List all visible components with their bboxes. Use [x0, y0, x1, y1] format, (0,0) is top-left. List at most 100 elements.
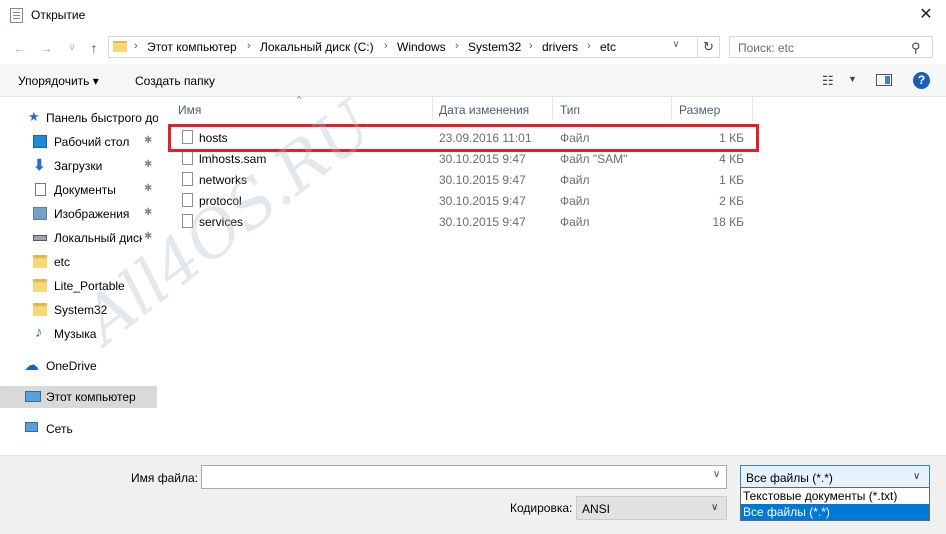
- sidebar-item-label: Рабочий стол: [54, 135, 130, 149]
- folder-icon: [113, 41, 127, 52]
- computer-icon: [25, 391, 41, 402]
- file-row-protocol[interactable]: protocol 30.10.2015 9:47 Файл 2 КБ: [166, 190, 766, 211]
- music-icon: ♪: [35, 324, 43, 341]
- breadcrumb-separator: ›: [587, 40, 591, 52]
- sidebar-item-lite-portable[interactable]: Lite_Portable: [0, 275, 157, 297]
- forward-button[interactable]: →: [36, 38, 56, 58]
- sidebar-item-label: System32: [54, 303, 108, 317]
- download-icon: ⬇: [33, 157, 46, 174]
- sidebar-item-etc[interactable]: etc: [0, 251, 157, 273]
- filetype-select[interactable]: Все файлы (*.*) ∨: [740, 465, 930, 489]
- close-button[interactable]: ✕: [913, 4, 939, 26]
- column-divider[interactable]: [432, 97, 433, 121]
- command-bar: Упорядочить ▾ Создать папку ☷ ▼ ?: [0, 64, 946, 97]
- sidebar-item-label: Этот компьютер: [46, 390, 136, 404]
- column-header-date[interactable]: Дата изменения: [439, 103, 529, 117]
- pin-icon: ✱: [144, 207, 153, 218]
- breadcrumb-separator: ›: [455, 40, 459, 52]
- breadcrumb-separator: ›: [529, 40, 533, 52]
- sidebar-item-local-disk[interactable]: Локальный диск (C:) ✱: [0, 227, 157, 249]
- refresh-button[interactable]: ↻: [698, 36, 720, 58]
- sidebar-item-label: Документы: [54, 183, 116, 197]
- sidebar-item-quick-access[interactable]: ★ Панель быстрого доступа: [0, 107, 158, 129]
- column-divider[interactable]: [671, 97, 672, 121]
- search-input[interactable]: [736, 39, 910, 57]
- search-box[interactable]: ⚲: [729, 36, 933, 58]
- sidebar-item-label: Lite_Portable: [54, 279, 125, 293]
- file-name: networks: [199, 173, 248, 187]
- sidebar-item-onedrive[interactable]: ☁ OneDrive: [0, 355, 157, 377]
- title-bar: Открытие ✕: [0, 0, 946, 31]
- filetype-option-txt[interactable]: Текстовые документы (*.txt): [741, 488, 929, 504]
- chevron-down-icon[interactable]: ∨: [711, 502, 718, 513]
- file-date: 30.10.2015 9:47: [439, 215, 526, 229]
- filename-input[interactable]: [206, 469, 700, 485]
- file-icon: [182, 193, 193, 207]
- column-header-name[interactable]: Имя: [178, 103, 201, 117]
- file-row-lmhosts[interactable]: lmhosts.sam 30.10.2015 9:47 Файл "SAM" 4…: [166, 148, 766, 169]
- help-icon[interactable]: ?: [913, 72, 930, 89]
- sidebar-item-label: Загрузки: [54, 159, 103, 173]
- sidebar-item-network[interactable]: Сеть: [0, 418, 157, 440]
- file-size: 4 КБ: [719, 152, 744, 166]
- file-name: services: [199, 215, 244, 229]
- chevron-down-icon[interactable]: ▼: [848, 74, 857, 84]
- file-type: Файл: [560, 215, 590, 229]
- sort-ascending-icon: ^: [297, 94, 302, 104]
- preview-pane-icon[interactable]: [876, 74, 892, 86]
- file-name: hosts: [199, 131, 228, 145]
- file-name: lmhosts.sam: [199, 152, 267, 166]
- up-button[interactable]: ↑: [84, 38, 104, 58]
- filetype-dropdown-list: Текстовые документы (*.txt) Все файлы (*…: [740, 487, 930, 521]
- file-date: 30.10.2015 9:47: [439, 173, 526, 187]
- window-title: Открытие: [31, 8, 86, 22]
- new-folder-button[interactable]: Создать папку: [135, 74, 215, 88]
- column-header-type[interactable]: Тип: [560, 103, 580, 117]
- file-row-services[interactable]: services 30.10.2015 9:47 Файл 18 КБ: [166, 211, 766, 232]
- breadcrumb-local-disk[interactable]: Локальный диск (C:): [260, 40, 374, 54]
- navigation-pane: ★ Панель быстрого доступа Рабочий стол ✱…: [0, 97, 160, 455]
- breadcrumb-this-pc[interactable]: Этот компьютер: [147, 40, 237, 54]
- sidebar-item-pictures[interactable]: Изображения ✱: [0, 203, 157, 225]
- view-options-icon[interactable]: ☷: [822, 73, 834, 89]
- breadcrumb-drivers[interactable]: drivers: [542, 40, 578, 54]
- breadcrumb-system32[interactable]: System32: [468, 40, 521, 54]
- file-row-hosts[interactable]: hosts 23.09.2016 11:01 Файл 1 КБ: [166, 127, 766, 148]
- file-row-networks[interactable]: networks 30.10.2015 9:47 Файл 1 КБ: [166, 169, 766, 190]
- file-date: 30.10.2015 9:47: [439, 152, 526, 166]
- file-list: ^ Имя Дата изменения Тип Размер hosts 23…: [162, 94, 946, 455]
- sidebar-item-system32[interactable]: System32: [0, 299, 157, 321]
- file-icon: [182, 214, 193, 228]
- sidebar-item-documents[interactable]: Документы ✱: [0, 179, 157, 201]
- file-size: 1 КБ: [719, 173, 744, 187]
- chevron-down-icon[interactable]: ∨: [913, 471, 920, 482]
- folder-icon: [33, 255, 47, 268]
- sidebar-item-desktop[interactable]: Рабочий стол ✱: [0, 131, 157, 153]
- sidebar-item-this-pc[interactable]: Этот компьютер: [0, 386, 157, 408]
- address-bar[interactable]: › Этот компьютер › Локальный диск (C:) ›…: [108, 36, 698, 58]
- star-icon: ★: [28, 109, 40, 124]
- breadcrumb-etc[interactable]: etc: [600, 40, 616, 54]
- chevron-down-icon[interactable]: ∨: [713, 469, 720, 480]
- filename-field[interactable]: ∨: [201, 465, 727, 489]
- recent-locations-button[interactable]: ∨: [62, 38, 82, 58]
- sidebar-item-label: Локальный диск (C:): [54, 231, 142, 245]
- sidebar-item-downloads[interactable]: ⬇ Загрузки ✱: [0, 155, 157, 177]
- breadcrumb-windows[interactable]: Windows: [397, 40, 446, 54]
- column-header-size[interactable]: Размер: [679, 103, 720, 117]
- organize-button[interactable]: Упорядочить ▾: [18, 74, 99, 88]
- file-date: 23.09.2016 11:01: [439, 131, 532, 145]
- file-type: Файл: [560, 173, 590, 187]
- chevron-down-icon[interactable]: ∨: [669, 39, 683, 50]
- search-icon[interactable]: ⚲: [911, 40, 921, 56]
- back-button[interactable]: ←: [10, 38, 30, 58]
- pin-icon: ✱: [144, 183, 153, 194]
- column-divider[interactable]: [752, 97, 753, 121]
- column-divider[interactable]: [552, 97, 553, 121]
- sidebar-item-label: etc: [54, 255, 71, 269]
- filetype-option-all[interactable]: Все файлы (*.*): [741, 504, 929, 520]
- breadcrumb-separator: ›: [384, 40, 388, 52]
- encoding-select[interactable]: ANSI ∨: [576, 496, 727, 520]
- file-size: 1 КБ: [719, 131, 744, 145]
- sidebar-item-music[interactable]: ♪ Музыка: [0, 323, 157, 345]
